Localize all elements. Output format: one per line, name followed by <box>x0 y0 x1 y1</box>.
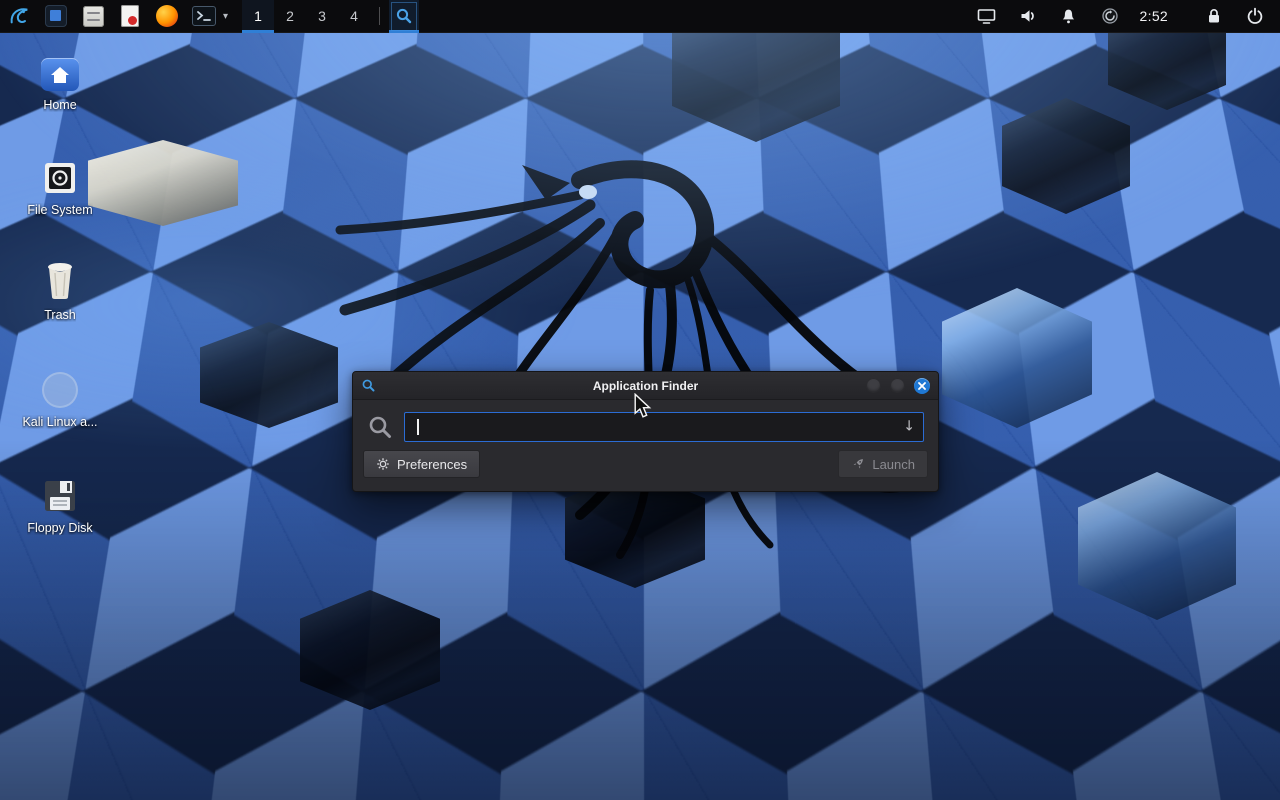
input-dropdown-arrow-icon[interactable]: ↓ <box>903 419 915 435</box>
kali-menu-icon[interactable] <box>6 3 32 29</box>
window-title: Application Finder <box>353 379 938 393</box>
desktop-icon-kali-shortcut[interactable]: Kali Linux a... <box>12 372 108 429</box>
system-tray: 2:52 <box>974 3 1280 29</box>
application-finder-window: Application Finder ↓ <box>352 371 939 492</box>
maximize-button[interactable] <box>890 378 905 393</box>
preferences-button[interactable]: Preferences <box>363 450 480 478</box>
kali-shortcut-icon <box>42 372 78 408</box>
launch-label: Launch <box>872 457 915 472</box>
notifications-bell-icon[interactable] <box>1056 3 1082 29</box>
search-icon <box>367 414 394 441</box>
desktop-icon-file-system[interactable]: File System <box>12 160 108 217</box>
taskbar-application-finder[interactable] <box>389 0 419 33</box>
workspace-1[interactable]: 1 <box>242 0 274 33</box>
firefox-icon[interactable] <box>154 3 180 29</box>
trash-bin-icon <box>43 261 77 301</box>
file-manager-icon[interactable] <box>80 3 106 29</box>
sync-icon[interactable] <box>1097 3 1123 29</box>
window-titlebar[interactable]: Application Finder <box>353 372 938 400</box>
desktop-icon-label: File System <box>27 203 92 217</box>
home-folder-icon <box>41 58 79 91</box>
desktop-icon-label: Floppy Disk <box>27 521 92 535</box>
lock-icon[interactable] <box>1201 3 1227 29</box>
gear-icon <box>376 457 390 471</box>
close-button[interactable] <box>914 378 930 394</box>
workspace-2[interactable]: 2 <box>274 0 306 33</box>
workspace-3[interactable]: 3 <box>306 0 338 33</box>
display-icon[interactable] <box>974 3 1000 29</box>
desktop-icon-label: Kali Linux a... <box>22 415 97 429</box>
panel-launchers: ▾ <box>0 3 228 29</box>
search-input[interactable] <box>404 412 924 442</box>
desktop-icon-label: Trash <box>44 308 76 322</box>
desktop-icon-label: Home <box>43 98 76 112</box>
floppy-disk-icon <box>42 478 78 514</box>
launch-button[interactable]: Launch <box>838 450 928 478</box>
top-panel: ▾ 1 2 3 4 2:52 <box>0 0 1280 33</box>
kali-dragon-silhouette <box>250 95 950 595</box>
text-editor-icon[interactable] <box>117 3 143 29</box>
desktop-icon-floppy-disk[interactable]: Floppy Disk <box>12 478 108 535</box>
terminal-dropdown-chevron-icon[interactable]: ▾ <box>223 11 228 22</box>
preferences-label: Preferences <box>397 457 467 472</box>
close-icon <box>918 382 926 390</box>
text-caret <box>417 419 419 435</box>
volume-icon[interactable] <box>1015 3 1041 29</box>
show-desktop-icon[interactable] <box>43 3 69 29</box>
terminal-icon[interactable] <box>191 3 217 29</box>
clock[interactable]: 2:52 <box>1140 8 1168 24</box>
power-icon[interactable] <box>1242 3 1268 29</box>
workspace-4[interactable]: 4 <box>338 0 370 33</box>
file-system-drive-icon <box>42 160 78 196</box>
panel-separator <box>379 7 380 25</box>
launch-rocket-icon <box>851 457 865 471</box>
minimize-button[interactable] <box>866 378 881 393</box>
search-icon <box>395 7 413 25</box>
workspace-switcher: 1 2 3 4 <box>242 0 370 33</box>
desktop-icon-trash[interactable]: Trash <box>12 261 108 322</box>
desktop-icon-home[interactable]: Home <box>12 58 108 112</box>
